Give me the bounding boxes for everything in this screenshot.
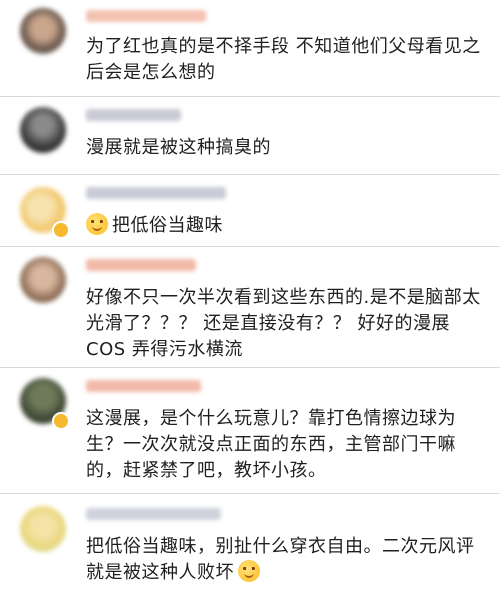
tongue-smile-emoji-icon <box>238 560 260 582</box>
comment-text: 好像不只一次半次看到这些东西的.是不是脑部太光滑了？？？ 还是直接没有？？ 好好… <box>86 287 481 360</box>
avatar[interactable] <box>20 506 66 552</box>
comment-text: 这漫展，是个什么玩意儿？靠打色情擦边球为生？一次次就没点正面的东西，主管部门干嘛… <box>86 408 456 481</box>
comment-item[interactable]: 为了红也真的是不择手段 不知道他们父母看见之后会是怎么想的 <box>0 0 500 97</box>
comment-list: 为了红也真的是不择手段 不知道他们父母看见之后会是怎么想的 漫展就是被这种搞臭的… <box>0 0 500 593</box>
comment-text-content: 把低俗当趣味 <box>112 215 223 236</box>
verified-badge-icon <box>52 412 70 430</box>
comment-text: 为了红也真的是不择手段 不知道他们父母看见之后会是怎么想的 <box>86 36 481 83</box>
comment-text: 把低俗当趣味 <box>86 213 492 239</box>
comment-item[interactable]: 把低俗当趣味，别扯什么穿衣自由。二次元风评就是被这种人败坏 <box>0 494 500 593</box>
comment-item[interactable]: 好像不只一次半次看到这些东西的.是不是脑部太光滑了？？？ 还是直接没有？？ 好好… <box>0 247 500 368</box>
tongue-smile-emoji-icon <box>86 213 108 235</box>
comment-text-content: 把低俗当趣味，别扯什么穿衣自由。二次元风评就是被这种人败坏 <box>86 536 475 583</box>
comment-text: 把低俗当趣味，别扯什么穿衣自由。二次元风评就是被这种人败坏 <box>86 534 492 586</box>
avatar[interactable] <box>20 107 66 153</box>
username-blurred[interactable] <box>86 508 221 520</box>
comment-text: 漫展就是被这种搞臭的 <box>86 137 271 158</box>
username-blurred[interactable] <box>86 109 181 121</box>
comment-item[interactable]: 漫展就是被这种搞臭的 <box>0 97 500 175</box>
avatar[interactable] <box>20 257 66 303</box>
username-blurred[interactable] <box>86 10 206 22</box>
avatar[interactable] <box>20 8 66 54</box>
username-blurred[interactable] <box>86 380 201 392</box>
username-blurred[interactable] <box>86 187 226 199</box>
comment-item[interactable]: 把低俗当趣味 <box>0 175 500 247</box>
username-blurred[interactable] <box>86 259 196 271</box>
comment-item[interactable]: 这漫展，是个什么玩意儿？靠打色情擦边球为生？一次次就没点正面的东西，主管部门干嘛… <box>0 368 500 494</box>
verified-badge-icon <box>52 221 70 239</box>
